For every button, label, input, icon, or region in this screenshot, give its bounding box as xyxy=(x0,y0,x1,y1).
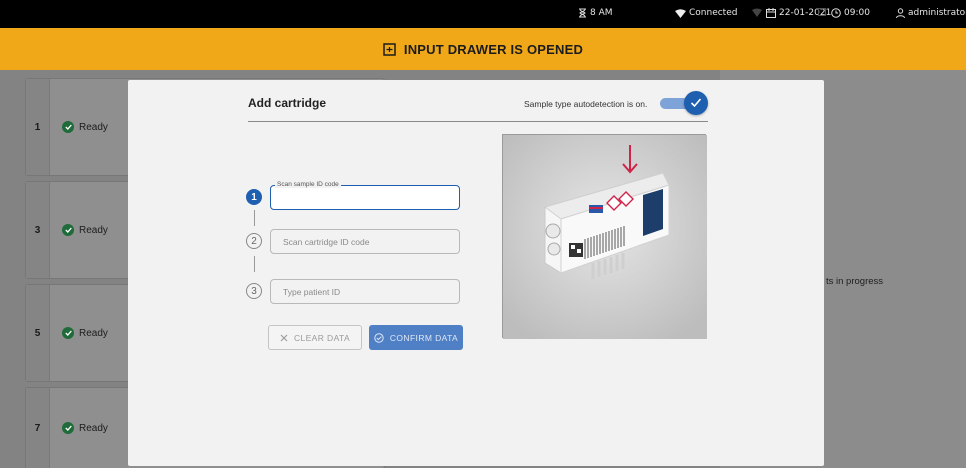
system-status-bar: 8 AM Connected 22-01-2021 09:00 administ… xyxy=(0,0,966,28)
check-circle-icon xyxy=(62,121,74,133)
check-circle-icon xyxy=(62,224,74,236)
clear-data-button[interactable]: CLEAR DATA xyxy=(268,325,362,350)
check-circle-outline-icon xyxy=(374,332,384,343)
slot-status-label: Ready xyxy=(79,224,108,236)
cartridge-illustration xyxy=(503,135,707,339)
add-cartridge-dialog xyxy=(128,80,824,466)
step-2-indicator: 2 xyxy=(246,233,262,249)
user-status[interactable]: administrator xyxy=(896,8,966,18)
slot-number: 1 xyxy=(26,79,50,175)
dialog-title: Add cartridge xyxy=(248,96,327,110)
confirm-data-button[interactable]: CONFIRM DATA xyxy=(369,325,463,350)
connection-status: Connected xyxy=(675,8,737,18)
cartridge-image xyxy=(502,134,707,339)
sample-id-floating-label: Scan sample ID code xyxy=(275,181,341,188)
checkmark-icon xyxy=(690,98,702,108)
calendar-icon xyxy=(766,8,776,18)
cartridge-id-placeholder: Scan cartridge ID code xyxy=(283,236,370,247)
slot-status-label: Ready xyxy=(79,422,108,434)
user-label: administrator xyxy=(908,8,966,18)
square-icon xyxy=(818,8,826,16)
step-connector xyxy=(254,256,255,272)
confirm-data-label: CONFIRM DATA xyxy=(389,332,459,343)
slot-number: 7 xyxy=(26,388,50,468)
slot-status-label: Ready xyxy=(79,327,108,339)
wifi-icon xyxy=(675,8,686,18)
user-icon xyxy=(896,8,905,18)
slot-status: Ready xyxy=(62,327,108,339)
clock-icon xyxy=(831,8,841,18)
drawer-open-banner: INPUT DRAWER IS OPENED xyxy=(0,28,966,70)
slot-status: Ready xyxy=(62,224,108,236)
clear-data-label: CLEAR DATA xyxy=(293,332,351,343)
drawer-icon xyxy=(383,42,396,56)
slot-number: 3 xyxy=(26,182,50,278)
banner-text: INPUT DRAWER IS OPENED xyxy=(403,41,584,57)
check-circle-icon xyxy=(62,422,74,434)
title-divider xyxy=(248,121,708,122)
slot-status: Ready xyxy=(62,422,108,434)
patient-id-field[interactable]: Type patient ID xyxy=(270,279,460,304)
clock-status: 09:00 xyxy=(831,8,870,18)
sample-id-field[interactable] xyxy=(270,185,460,210)
slot-status-label: Ready xyxy=(79,121,108,133)
step-connector xyxy=(254,210,255,226)
close-icon xyxy=(280,334,288,341)
clock-label: 09:00 xyxy=(844,8,870,18)
timer-status: 8 AM xyxy=(578,8,613,18)
toggle-knob xyxy=(684,91,708,115)
patient-id-placeholder: Type patient ID xyxy=(283,286,341,297)
slot-status: Ready xyxy=(62,121,108,133)
signal-icon xyxy=(752,8,762,17)
step-3-indicator: 3 xyxy=(246,283,262,299)
slot-number: 5 xyxy=(26,285,50,381)
step-1-indicator: 1 xyxy=(246,189,262,205)
sample-id-input[interactable] xyxy=(283,192,459,203)
signal-status xyxy=(752,8,762,17)
cartridge-id-field[interactable]: Scan cartridge ID code xyxy=(270,229,460,254)
autodetection-toggle[interactable] xyxy=(660,91,708,115)
separator-icon-box xyxy=(818,8,826,16)
hourglass-icon xyxy=(579,8,586,18)
connection-label: Connected xyxy=(689,8,738,18)
check-circle-icon xyxy=(62,327,74,339)
timer-label: 8 AM xyxy=(590,8,613,18)
autodetection-label: Sample type autodetection is on. xyxy=(524,99,648,109)
tests-in-progress-text: ts in progress xyxy=(826,276,884,287)
